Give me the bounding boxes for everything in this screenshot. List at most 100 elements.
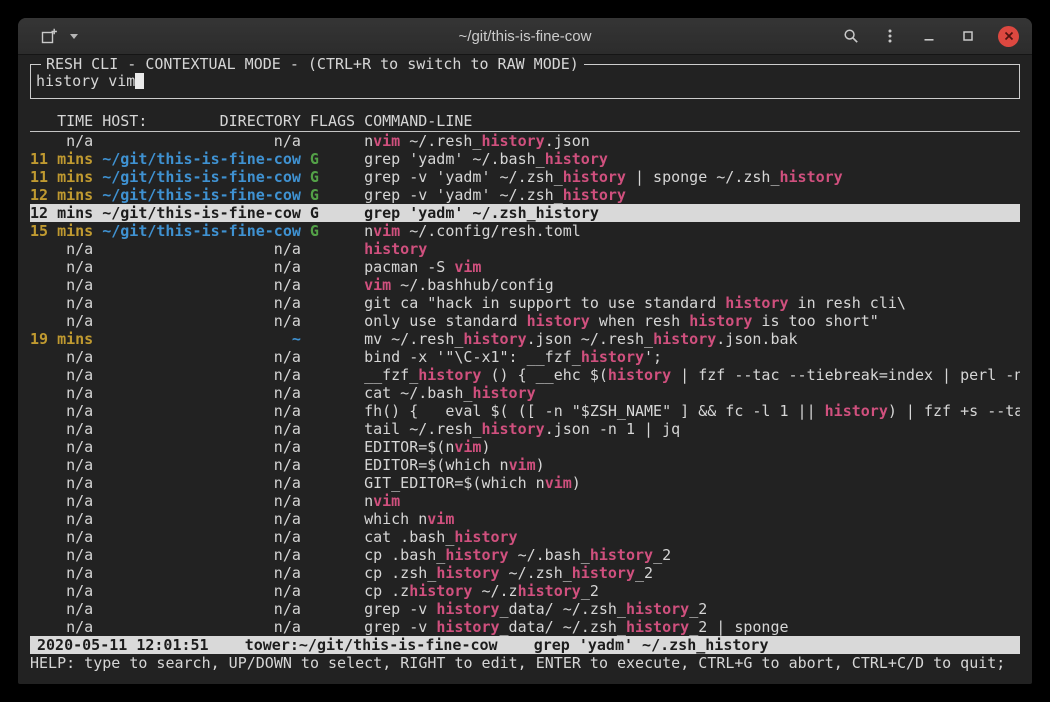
- row-time: n/a: [30, 240, 93, 258]
- matched-term: history: [436, 564, 499, 582]
- row-flags: [310, 618, 355, 636]
- matched-term: history: [472, 384, 535, 402]
- history-row[interactable]: n/an/aGIT_EDITOR=$(which nvim): [30, 474, 1020, 492]
- history-row[interactable]: n/an/abind -x '"\C-x1": __fzf_history';: [30, 348, 1020, 366]
- row-time: n/a: [30, 474, 93, 492]
- matched-term: history: [689, 312, 752, 330]
- row-flags: [310, 258, 355, 276]
- history-row[interactable]: n/an/apacman -S vim: [30, 258, 1020, 276]
- row-time: n/a: [30, 294, 93, 312]
- row-flags: [310, 330, 355, 348]
- history-row[interactable]: 11 mins~/git/this-is-fine-cowGgrep 'yadm…: [30, 150, 1020, 168]
- row-time: n/a: [30, 438, 93, 456]
- kebab-menu-icon: [882, 28, 898, 44]
- history-row[interactable]: 12 mins~/git/this-is-fine-cowGgrep -v 'y…: [30, 186, 1020, 204]
- row-time: n/a: [30, 492, 93, 510]
- matched-term: history: [572, 564, 635, 582]
- matched-term: vim: [364, 276, 391, 294]
- new-tab-button[interactable]: [40, 27, 58, 45]
- history-row[interactable]: n/an/aEDITOR=$(nvim): [30, 438, 1020, 456]
- close-button[interactable]: [998, 26, 1019, 47]
- history-row[interactable]: n/an/a__fzf_history () { __ehc $(history…: [30, 366, 1020, 384]
- row-time: n/a: [30, 618, 93, 636]
- table-header: TIME HOST: DIRECTORY FLAGS COMMAND-LINE: [30, 112, 1020, 132]
- matched-term: history: [590, 546, 653, 564]
- row-time: n/a: [30, 258, 93, 276]
- minimize-button[interactable]: [920, 27, 938, 45]
- row-time: n/a: [30, 510, 93, 528]
- row-command: grep 'yadm' ~/.zsh_history: [364, 204, 1020, 222]
- row-directory: n/a: [102, 618, 301, 636]
- history-row[interactable]: n/an/atail ~/.resh_history.json -n 1 | j…: [30, 420, 1020, 438]
- restore-button[interactable]: [959, 27, 977, 45]
- row-time: n/a: [30, 564, 93, 582]
- matched-term: history: [463, 330, 526, 348]
- row-flags: [310, 294, 355, 312]
- history-row[interactable]: n/an/agrep -v history_data/ ~/.zsh_histo…: [30, 618, 1020, 636]
- row-command: mv ~/.resh_history.json ~/.resh_history.…: [364, 330, 1020, 348]
- row-directory: n/a: [102, 384, 301, 402]
- history-row[interactable]: 15 mins~/git/this-is-fine-cowGnvim ~/.co…: [30, 222, 1020, 240]
- matched-term: history: [364, 240, 427, 258]
- history-row-selected[interactable]: 12 mins~/git/this-is-fine-cowGgrep 'yadm…: [30, 204, 1020, 222]
- history-row[interactable]: n/an/agrep -v history_data/ ~/.zsh_histo…: [30, 600, 1020, 618]
- row-flags: [310, 546, 355, 564]
- matched-term: history: [527, 312, 590, 330]
- row-command: grep 'yadm' ~/.bash_history: [364, 150, 1020, 168]
- history-row[interactable]: n/an/acp .zsh_history ~/.zsh_history_2: [30, 564, 1020, 582]
- history-row[interactable]: n/an/aonly use standard history when res…: [30, 312, 1020, 330]
- history-row[interactable]: n/an/aEDITOR=$(which nvim): [30, 456, 1020, 474]
- row-directory: n/a: [102, 132, 301, 150]
- matched-term: vim: [545, 474, 572, 492]
- header-host-directory: HOST: DIRECTORY: [102, 112, 301, 131]
- row-directory: n/a: [102, 294, 301, 312]
- row-flags: [310, 366, 355, 384]
- history-row[interactable]: n/an/afh() { eval $( ([ -n "$ZSH_NAME" ]…: [30, 402, 1020, 420]
- status-date: 2020-05-11 12:01:51: [37, 636, 209, 654]
- header-time: TIME: [30, 112, 93, 131]
- row-flags: [310, 456, 355, 474]
- row-time: 12 mins: [30, 204, 93, 222]
- row-command: __fzf_history () { __ehc $(history | fzf…: [364, 366, 1020, 384]
- row-flags: [310, 132, 355, 150]
- history-row[interactable]: n/an/acp .bash_history ~/.bash_history_2: [30, 546, 1020, 564]
- row-time: n/a: [30, 528, 93, 546]
- header-host: HOST:: [102, 112, 147, 131]
- matched-term: vim: [373, 492, 400, 510]
- chevron-down-icon: [70, 34, 78, 39]
- header-command: COMMAND-LINE: [364, 112, 1020, 131]
- history-row[interactable]: n/an/anvim: [30, 492, 1020, 510]
- matched-term: history: [436, 600, 499, 618]
- history-row[interactable]: 19 mins~mv ~/.resh_history.json ~/.resh_…: [30, 330, 1020, 348]
- matched-term: history: [608, 366, 671, 384]
- row-directory: n/a: [102, 528, 301, 546]
- status-location: tower:~/git/this-is-fine-cow: [245, 636, 498, 654]
- row-time: n/a: [30, 132, 93, 150]
- row-flags: [310, 600, 355, 618]
- history-row[interactable]: n/an/acp .zhistory ~/.zhistory_2: [30, 582, 1020, 600]
- history-row[interactable]: n/an/acat .bash_history: [30, 528, 1020, 546]
- row-flags: [310, 492, 355, 510]
- history-row[interactable]: n/an/awhich nvim: [30, 510, 1020, 528]
- row-time: n/a: [30, 456, 93, 474]
- row-flags: [310, 438, 355, 456]
- history-row[interactable]: n/a n/a history: [30, 240, 1020, 258]
- history-row[interactable]: n/an/agit ca "hack in support to use sta…: [30, 294, 1020, 312]
- row-flags: G: [310, 186, 355, 204]
- matched-term: history: [626, 600, 689, 618]
- row-command: EDITOR=$(nvim): [364, 438, 1020, 456]
- history-row[interactable]: n/an/anvim ~/.resh_history.json: [30, 132, 1020, 150]
- history-row[interactable]: n/an/acat ~/.bash_history: [30, 384, 1020, 402]
- row-command: bind -x '"\C-x1": __fzf_history';: [364, 348, 1020, 366]
- row-directory: n/a: [102, 240, 301, 258]
- menu-button[interactable]: [881, 27, 899, 45]
- header-directory: DIRECTORY: [220, 112, 301, 131]
- tab-dropdown-button[interactable]: [65, 27, 83, 45]
- matched-term: history: [545, 150, 608, 168]
- history-row[interactable]: 11 mins~/git/this-is-fine-cowGgrep -v 'y…: [30, 168, 1020, 186]
- search-button[interactable]: [842, 27, 860, 45]
- row-command: pacman -S vim: [364, 258, 1020, 276]
- row-flags: G: [310, 222, 355, 240]
- history-row[interactable]: n/an/avim ~/.bashhub/config: [30, 276, 1020, 294]
- row-time: n/a: [30, 366, 93, 384]
